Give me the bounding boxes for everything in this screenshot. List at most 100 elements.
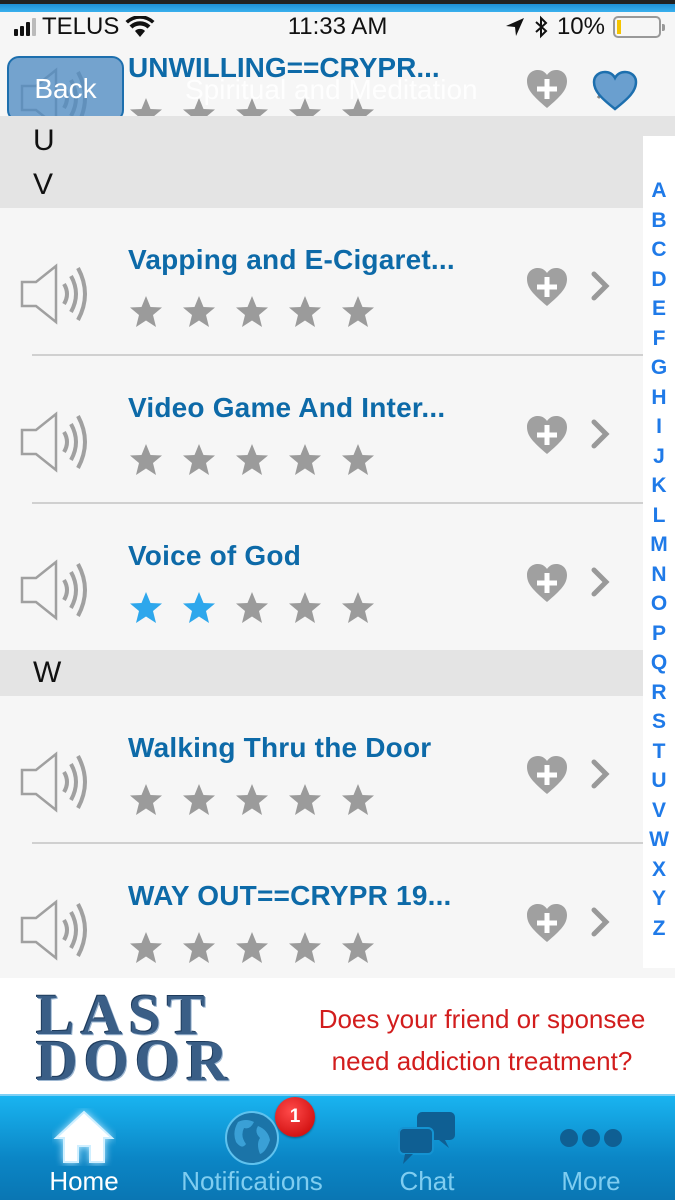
ad-text-line1: Does your friend or sponsee [318,1004,646,1034]
favorite-add-icon[interactable] [525,562,569,606]
tab-chat[interactable]: Chat [343,1096,511,1200]
star-empty-icon[interactable] [340,930,376,966]
star-empty-icon[interactable] [234,442,270,478]
index-letter-b[interactable]: B [643,206,675,236]
index-letter-i[interactable]: I [643,412,675,442]
chevron-right-icon[interactable] [589,564,613,600]
list-row[interactable]: WAY OUT==CRYPR 19... [0,844,643,978]
more-icon [560,1129,622,1147]
index-letter-f[interactable]: F [643,324,675,354]
star-empty-icon[interactable] [287,590,323,626]
favorite-add-icon[interactable] [525,68,569,112]
app-screen: TELUS 11:33 AM 10% UNWILLING==CRYPR... S… [0,0,675,1200]
favorite-add-icon[interactable] [525,754,569,798]
star-empty-icon[interactable] [234,782,270,818]
index-letter-e[interactable]: E [643,294,675,324]
tab-label: Notifications [181,1166,323,1196]
star-empty-icon[interactable] [287,782,323,818]
favorite-add-icon[interactable] [525,414,569,458]
favorite-add-icon[interactable] [525,902,569,946]
alphabet-index[interactable]: ABCDEFGHIJKLMNOPQRSTUVWXYZ [643,136,675,968]
ad-text-line2: need addiction treatment? [331,1046,633,1076]
index-letter-o[interactable]: O [643,589,675,619]
list-row[interactable]: Voice of God [0,504,643,650]
star-empty-icon[interactable] [340,442,376,478]
speaker-icon[interactable] [18,554,94,626]
chevron-right-icon[interactable] [589,268,613,304]
index-letter-n[interactable]: N [643,560,675,590]
battery-icon [613,16,665,38]
tab-more[interactable]: More [507,1096,675,1200]
star-empty-icon[interactable] [234,590,270,626]
star-empty-icon[interactable] [340,782,376,818]
star-rating [128,294,376,330]
star-empty-icon[interactable] [128,782,164,818]
chevron-right-icon[interactable] [589,416,613,452]
star-empty-icon[interactable] [340,294,376,330]
ad-text: Does your friend or sponsee need addicti… [292,998,672,1082]
index-letter-t[interactable]: T [643,737,675,767]
notification-badge: 1 [275,1097,315,1137]
row-title: Walking Thru the Door [128,732,432,763]
star-empty-icon[interactable] [181,782,217,818]
index-letter-x[interactable]: X [643,855,675,885]
index-letter-l[interactable]: L [643,501,675,531]
favorite-add-icon[interactable] [525,266,569,310]
star-empty-icon[interactable] [181,294,217,330]
row-title: Voice of God [128,540,301,571]
chevron-right-icon[interactable] [589,756,613,792]
index-letter-m[interactable]: M [643,530,675,560]
speaker-icon[interactable] [18,894,94,966]
tab-home[interactable]: Home [0,1096,168,1200]
index-letter-w[interactable]: W [643,825,675,855]
index-letter-y[interactable]: Y [643,884,675,914]
star-empty-icon[interactable] [128,442,164,478]
speaker-icon[interactable] [18,746,94,818]
star-filled-icon[interactable] [128,590,164,626]
index-letter-g[interactable]: G [643,353,675,383]
star-rating [128,590,376,626]
star-filled-icon[interactable] [181,590,217,626]
tab-bar: Home Notifications Chat More [0,1094,675,1200]
star-empty-icon[interactable] [287,442,323,478]
list-row[interactable]: Video Game And Inter... [0,356,643,504]
star-empty-icon[interactable] [340,590,376,626]
section-header-u-v: U V [0,116,675,208]
index-letter-a[interactable]: A [643,176,675,206]
list-row[interactable]: Walking Thru the Door [0,696,643,844]
tab-label: Home [49,1166,119,1196]
speaker-icon[interactable] [18,258,94,330]
star-empty-icon[interactable] [287,930,323,966]
star-empty-icon[interactable] [234,930,270,966]
index-letter-s[interactable]: S [643,707,675,737]
chevron-right-icon[interactable] [589,904,613,940]
index-letter-p[interactable]: P [643,619,675,649]
star-rating [128,442,376,478]
favorites-heart-icon[interactable] [592,70,638,112]
status-bar: TELUS 11:33 AM 10% [0,12,675,42]
star-empty-icon[interactable] [287,294,323,330]
star-empty-icon[interactable] [128,930,164,966]
banner-ad[interactable]: LAST DOOR Does your friend or sponsee ne… [0,978,675,1094]
back-button[interactable]: Back [7,56,124,122]
star-empty-icon[interactable] [128,96,164,116]
index-letter-v[interactable]: V [643,796,675,826]
star-empty-icon[interactable] [181,930,217,966]
star-empty-icon[interactable] [181,442,217,478]
logo-line2: DOOR [36,1028,234,1093]
star-empty-icon[interactable] [234,294,270,330]
speaker-icon[interactable] [18,406,94,478]
last-door-logo: LAST DOOR [36,986,281,1093]
index-letter-q[interactable]: Q [643,648,675,678]
index-letter-j[interactable]: J [643,442,675,472]
index-letter-h[interactable]: H [643,383,675,413]
chat-icon [398,1112,455,1164]
list-row[interactable]: Vapping and E-Cigaret... [0,208,643,356]
index-letter-c[interactable]: C [643,235,675,265]
index-letter-r[interactable]: R [643,678,675,708]
index-letter-k[interactable]: K [643,471,675,501]
index-letter-z[interactable]: Z [643,914,675,944]
index-letter-u[interactable]: U [643,766,675,796]
star-empty-icon[interactable] [128,294,164,330]
index-letter-d[interactable]: D [643,265,675,295]
